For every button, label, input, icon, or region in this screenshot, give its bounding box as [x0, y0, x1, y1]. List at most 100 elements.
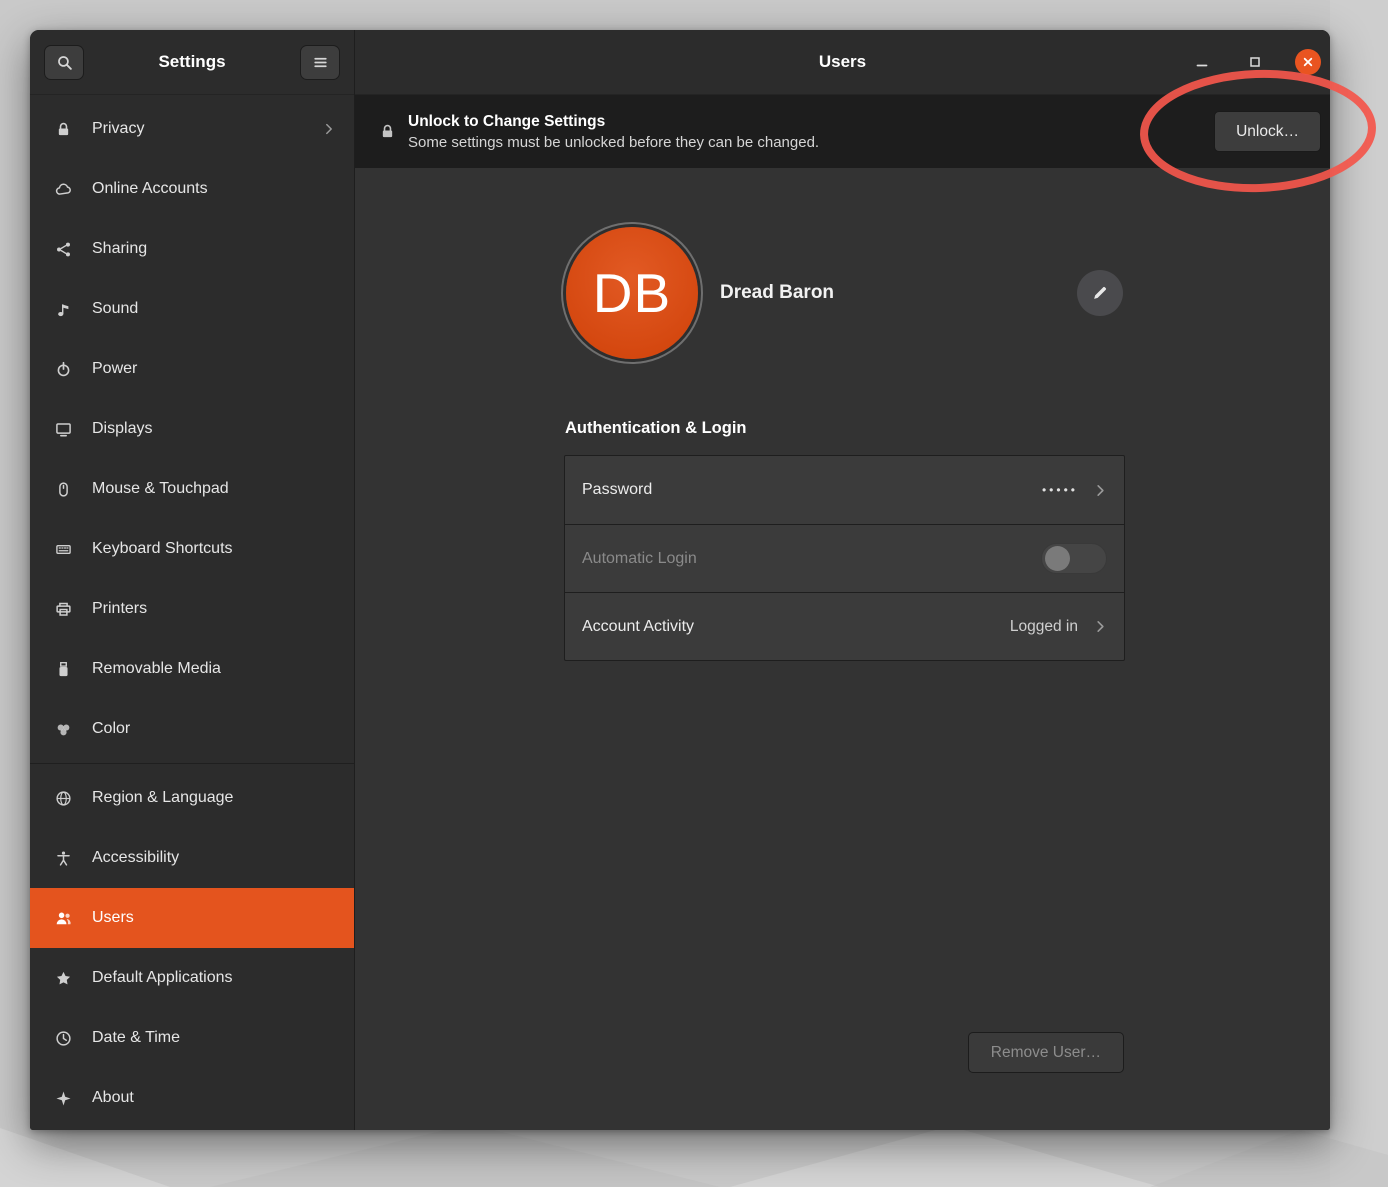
users-content: DB Dread Baron Authentication & Login Pa…	[355, 168, 1330, 1130]
remove-user-button[interactable]: Remove User…	[968, 1032, 1124, 1073]
sidebar-item-color[interactable]: Color	[30, 699, 354, 759]
page-title: Users	[819, 52, 866, 72]
window-controls	[1189, 30, 1321, 94]
accessibility-icon	[55, 850, 72, 867]
sidebar-item-label: Power	[92, 360, 336, 378]
sidebar-item-mouse-touchpad[interactable]: Mouse & Touchpad	[30, 459, 354, 519]
account-activity-value: Logged in	[1010, 618, 1078, 636]
clock-icon	[55, 1030, 72, 1047]
mouse-icon	[55, 481, 72, 498]
sidebar-item-label: Default Applications	[92, 969, 336, 987]
sidebar-item-label: Privacy	[92, 120, 302, 138]
automatic-login-label: Automatic Login	[582, 550, 1041, 568]
sidebar-item-label: Sharing	[92, 240, 336, 258]
content-column: DB Dread Baron Authentication & Login Pa…	[564, 168, 1125, 1130]
toggle-knob	[1045, 546, 1070, 571]
removable-media-icon	[55, 661, 72, 678]
chevron-right-icon	[1093, 483, 1108, 498]
user-name: Dread Baron	[720, 282, 834, 304]
sidebar-item-label: Displays	[92, 420, 336, 438]
sidebar-title: Settings	[92, 52, 292, 72]
sidebar-item-label: Removable Media	[92, 660, 336, 678]
sidebar-divider	[30, 763, 354, 764]
auth-card: Password ••••• Automatic Login Account A…	[564, 455, 1125, 661]
main-panel: Users Unlock to Change Settings Some set…	[355, 30, 1330, 1130]
share-icon	[55, 241, 72, 258]
users-icon	[55, 910, 72, 927]
printer-icon	[55, 601, 72, 618]
sidebar-item-printers[interactable]: Printers	[30, 579, 354, 639]
sidebar-item-label: Accessibility	[92, 849, 336, 867]
unlock-button[interactable]: Unlock…	[1214, 111, 1321, 152]
sidebar-item-label: Users	[92, 909, 336, 927]
password-label: Password	[582, 481, 1042, 499]
sidebar-nav: Privacy Online Accounts Sharing Sound Power D…	[30, 95, 354, 1128]
search-icon	[56, 54, 73, 71]
close-icon	[1300, 54, 1316, 70]
music-note-icon	[55, 301, 72, 318]
sidebar-item-keyboard-shortcuts[interactable]: Keyboard Shortcuts	[30, 519, 354, 579]
avatar-initials: DB	[593, 261, 671, 325]
sidebar-item-label: Online Accounts	[92, 180, 336, 198]
sidebar-item-label: Color	[92, 720, 336, 738]
display-icon	[55, 421, 72, 438]
sidebar-item-region-language[interactable]: Region & Language	[30, 768, 354, 828]
sidebar-item-label: Printers	[92, 600, 336, 618]
banner-title: Unlock to Change Settings	[408, 113, 1202, 131]
power-icon	[55, 361, 72, 378]
user-profile: DB Dread Baron	[564, 220, 1125, 366]
settings-window: Settings Privacy Online Accounts Sharing So…	[30, 30, 1330, 1130]
sidebar-item-removable-media[interactable]: Removable Media	[30, 639, 354, 699]
search-button[interactable]	[44, 45, 84, 80]
cloud-icon	[55, 181, 72, 198]
sidebar-item-label: Mouse & Touchpad	[92, 480, 336, 498]
minimize-button[interactable]	[1189, 49, 1215, 75]
menu-button[interactable]	[300, 45, 340, 80]
maximize-button[interactable]	[1242, 49, 1268, 75]
color-icon	[55, 721, 72, 738]
sidebar-item-label: Region & Language	[92, 789, 336, 807]
sidebar-item-users[interactable]: Users	[30, 888, 354, 948]
avatar[interactable]: DB	[566, 227, 698, 359]
sidebar-item-about[interactable]: About	[30, 1068, 354, 1128]
chevron-right-icon	[322, 122, 336, 136]
sparkle-icon	[55, 1090, 72, 1107]
sidebar-item-power[interactable]: Power	[30, 339, 354, 399]
sidebar-item-label: Date & Time	[92, 1029, 336, 1047]
menu-icon	[312, 54, 329, 71]
edit-name-button[interactable]	[1077, 270, 1123, 316]
sidebar-item-accessibility[interactable]: Accessibility	[30, 828, 354, 888]
automatic-login-row: Automatic Login	[565, 524, 1124, 592]
sidebar-item-sharing[interactable]: Sharing	[30, 219, 354, 279]
sidebar-header: Settings	[30, 30, 354, 95]
minimize-icon	[1194, 54, 1210, 70]
globe-icon	[55, 790, 72, 807]
chevron-right-icon	[1093, 619, 1108, 634]
banner-subtitle: Some settings must be unlocked before th…	[408, 134, 1202, 151]
password-value: •••••	[1042, 483, 1078, 497]
sidebar-item-privacy[interactable]: Privacy	[30, 99, 354, 159]
sidebar-item-date-time[interactable]: Date & Time	[30, 1008, 354, 1068]
titlebar: Users	[355, 30, 1330, 95]
unlock-banner: Unlock to Change Settings Some settings …	[355, 95, 1330, 168]
sidebar-item-default-applications[interactable]: Default Applications	[30, 948, 354, 1008]
pencil-icon	[1091, 284, 1109, 302]
sidebar-item-displays[interactable]: Displays	[30, 399, 354, 459]
account-activity-label: Account Activity	[582, 618, 1010, 636]
account-activity-row[interactable]: Account Activity Logged in	[565, 592, 1124, 660]
sidebar: Settings Privacy Online Accounts Sharing So…	[30, 30, 355, 1130]
maximize-icon	[1247, 54, 1263, 70]
automatic-login-toggle[interactable]	[1041, 543, 1107, 574]
sidebar-item-label: About	[92, 1089, 336, 1107]
sidebar-item-sound[interactable]: Sound	[30, 279, 354, 339]
keyboard-icon	[55, 541, 72, 558]
password-row[interactable]: Password •••••	[565, 456, 1124, 524]
sidebar-item-label: Keyboard Shortcuts	[92, 540, 336, 558]
lock-icon	[55, 121, 72, 138]
close-button[interactable]	[1295, 49, 1321, 75]
banner-text: Unlock to Change Settings Some settings …	[408, 113, 1202, 151]
sidebar-item-label: Sound	[92, 300, 336, 318]
lock-icon	[379, 123, 396, 140]
sidebar-item-online-accounts[interactable]: Online Accounts	[30, 159, 354, 219]
star-icon	[55, 970, 72, 987]
